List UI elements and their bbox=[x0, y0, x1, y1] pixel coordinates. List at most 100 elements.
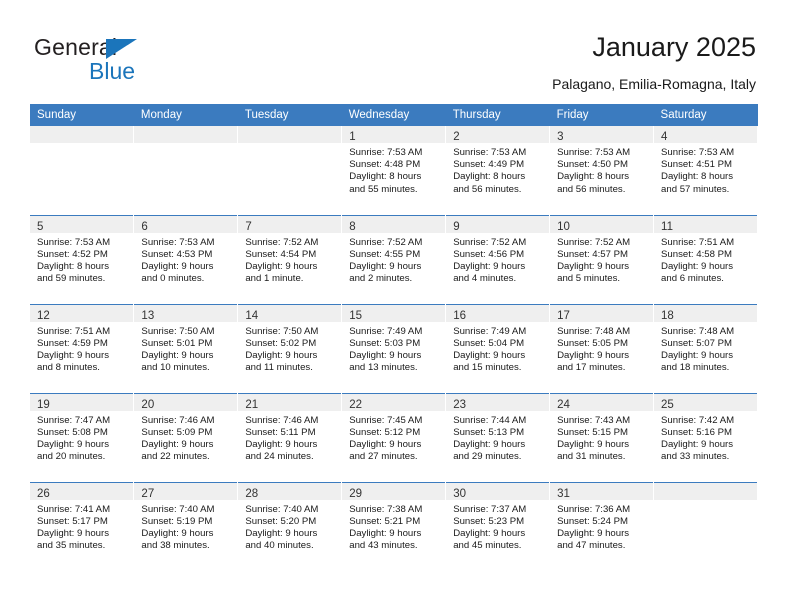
daylight-duration-line2: and 2 minutes. bbox=[349, 273, 413, 285]
daylight-duration-line1: Daylight: 9 hours bbox=[661, 438, 734, 450]
sunset-time: Sunset: 5:16 PM bbox=[661, 426, 732, 438]
calendar-day-cell[interactable]: 9 Sunrise: 7:52 AM Sunset: 4:56 PM Daylight… bbox=[445, 214, 551, 304]
day-number-band: 20 bbox=[134, 393, 239, 411]
day-details: Sunrise: 7:43 AM Sunset: 5:15 PM Daylight:… bbox=[550, 411, 653, 464]
day-number-band: 22 bbox=[342, 393, 447, 411]
day-details: Sunrise: 7:52 AM Sunset: 4:54 PM Daylight:… bbox=[238, 233, 341, 286]
calendar-day-cell[interactable]: 21 Sunrise: 7:46 AM Sunset: 5:11 PM Dayligh… bbox=[237, 392, 343, 482]
daylight-duration-line2: and 27 minutes. bbox=[349, 451, 418, 463]
page-subtitle-location: Palagano, Emilia-Romagna, Italy bbox=[552, 76, 756, 92]
day-details: Sunrise: 7:51 AM Sunset: 4:59 PM Daylight:… bbox=[30, 322, 133, 375]
calendar-day-cell[interactable]: 1 Sunrise: 7:53 AM Sunset: 4:48 PM Daylight… bbox=[341, 126, 447, 215]
calendar-day-cell[interactable]: 31 Sunrise: 7:36 AM Sunset: 5:24 PM Dayligh… bbox=[549, 481, 655, 571]
calendar-day-cell[interactable]: 18 Sunrise: 7:48 AM Sunset: 5:07 PM Dayligh… bbox=[653, 303, 758, 393]
sunset-time: Sunset: 5:15 PM bbox=[557, 426, 629, 438]
calendar-day-cell[interactable]: 14 Sunrise: 7:50 AM Sunset: 5:02 PM Dayligh… bbox=[237, 303, 343, 393]
day-number-band: 31 bbox=[550, 482, 655, 500]
daylight-duration-line1: Daylight: 9 hours bbox=[453, 438, 526, 450]
sunrise-time: Sunrise: 7:36 AM bbox=[557, 503, 631, 515]
daylight-duration-line1: Daylight: 9 hours bbox=[453, 349, 526, 361]
day-number-band: 15 bbox=[342, 304, 447, 322]
calendar-day-cell-empty bbox=[653, 481, 758, 571]
daylight-duration-line1: Daylight: 9 hours bbox=[453, 527, 526, 539]
calendar-day-cell[interactable]: 20 Sunrise: 7:46 AM Sunset: 5:09 PM Dayligh… bbox=[133, 392, 239, 482]
day-number-band: 25 bbox=[654, 393, 758, 411]
page-header: General Blue January 2025 Palagano, Emil… bbox=[0, 0, 792, 98]
sunrise-time: Sunrise: 7:43 AM bbox=[557, 414, 631, 426]
calendar-day-cell[interactable]: 24 Sunrise: 7:43 AM Sunset: 5:15 PM Dayligh… bbox=[549, 392, 655, 482]
weekday-header-wednesday: Wednesday bbox=[341, 104, 446, 126]
day-details: Sunrise: 7:45 AM Sunset: 5:12 PM Daylight:… bbox=[342, 411, 445, 464]
calendar-day-cell[interactable]: 16 Sunrise: 7:49 AM Sunset: 5:04 PM Dayligh… bbox=[445, 303, 551, 393]
sunrise-time: Sunrise: 7:51 AM bbox=[37, 325, 111, 337]
day-number-band: 11 bbox=[654, 215, 758, 233]
daylight-duration-line2: and 5 minutes. bbox=[557, 273, 621, 285]
calendar-day-cell[interactable]: 28 Sunrise: 7:40 AM Sunset: 5:20 PM Dayligh… bbox=[237, 481, 343, 571]
calendar-day-cell[interactable]: 17 Sunrise: 7:48 AM Sunset: 5:05 PM Dayligh… bbox=[549, 303, 655, 393]
calendar-day-cell[interactable]: 3 Sunrise: 7:53 AM Sunset: 4:50 PM Daylight… bbox=[549, 126, 655, 215]
calendar-day-cell[interactable]: 19 Sunrise: 7:47 AM Sunset: 5:08 PM Dayligh… bbox=[30, 392, 135, 482]
daylight-duration-line1: Daylight: 8 hours bbox=[453, 171, 526, 183]
day-number-band: 17 bbox=[550, 304, 655, 322]
day-number: 9 bbox=[453, 220, 460, 233]
day-details: Sunrise: 7:48 AM Sunset: 5:05 PM Daylight:… bbox=[550, 322, 653, 375]
day-number-band: 28 bbox=[238, 482, 343, 500]
calendar-day-cell[interactable]: 25 Sunrise: 7:42 AM Sunset: 5:16 PM Dayligh… bbox=[653, 392, 758, 482]
daylight-duration-line1: Daylight: 8 hours bbox=[37, 260, 109, 272]
calendar-day-cell[interactable]: 26 Sunrise: 7:41 AM Sunset: 5:17 PM Dayligh… bbox=[30, 481, 135, 571]
day-number: 11 bbox=[661, 220, 673, 233]
calendar-day-cell[interactable]: 6 Sunrise: 7:53 AM Sunset: 4:53 PM Daylight… bbox=[133, 214, 239, 304]
daylight-duration-line2: and 6 minutes. bbox=[661, 273, 724, 285]
daylight-duration-line1: Daylight: 9 hours bbox=[37, 438, 109, 450]
daylight-duration-line1: Daylight: 9 hours bbox=[37, 349, 109, 361]
sunset-time: Sunset: 5:20 PM bbox=[245, 515, 317, 527]
day-details: Sunrise: 7:41 AM Sunset: 5:17 PM Daylight:… bbox=[30, 500, 133, 553]
calendar-day-cell[interactable]: 10 Sunrise: 7:52 AM Sunset: 4:57 PM Dayligh… bbox=[549, 214, 655, 304]
calendar-day-cell[interactable]: 11 Sunrise: 7:51 AM Sunset: 4:58 PM Dayligh… bbox=[653, 214, 758, 304]
sunset-time: Sunset: 5:11 PM bbox=[245, 426, 316, 438]
daylight-duration-line2: and 18 minutes. bbox=[661, 362, 730, 374]
calendar-day-cell[interactable]: 8 Sunrise: 7:52 AM Sunset: 4:55 PM Daylight… bbox=[341, 214, 447, 304]
daylight-duration-line2: and 31 minutes. bbox=[557, 451, 626, 463]
sunrise-time: Sunrise: 7:49 AM bbox=[453, 325, 527, 337]
calendar-day-cell[interactable]: 27 Sunrise: 7:40 AM Sunset: 5:19 PM Dayligh… bbox=[133, 481, 239, 571]
sunset-time: Sunset: 4:52 PM bbox=[37, 248, 108, 260]
sunset-time: Sunset: 5:24 PM bbox=[557, 515, 629, 527]
day-details: Sunrise: 7:44 AM Sunset: 5:13 PM Daylight:… bbox=[446, 411, 549, 464]
sunrise-time: Sunrise: 7:53 AM bbox=[349, 147, 423, 158]
calendar-day-cell[interactable]: 4 Sunrise: 7:53 AM Sunset: 4:51 PM Daylight… bbox=[653, 126, 758, 215]
calendar-day-cell[interactable]: 29 Sunrise: 7:38 AM Sunset: 5:21 PM Dayligh… bbox=[341, 481, 447, 571]
calendar-day-cell[interactable]: 12 Sunrise: 7:51 AM Sunset: 4:59 PM Dayligh… bbox=[30, 303, 135, 393]
daylight-duration-line2: and 11 minutes. bbox=[245, 362, 313, 374]
calendar-day-cell[interactable]: 2 Sunrise: 7:53 AM Sunset: 4:49 PM Daylight… bbox=[445, 126, 551, 215]
calendar-week-row: 12 Sunrise: 7:51 AM Sunset: 4:59 PM Dayligh… bbox=[30, 303, 758, 393]
daylight-duration-line1: Daylight: 9 hours bbox=[349, 349, 422, 361]
calendar-day-cell-empty bbox=[133, 126, 239, 215]
calendar-day-cell[interactable]: 23 Sunrise: 7:44 AM Sunset: 5:13 PM Dayligh… bbox=[445, 392, 551, 482]
day-number: 24 bbox=[557, 398, 570, 411]
calendar-day-cell[interactable]: 5 Sunrise: 7:53 AM Sunset: 4:52 PM Daylight… bbox=[30, 214, 135, 304]
calendar-day-cell[interactable]: 22 Sunrise: 7:45 AM Sunset: 5:12 PM Dayligh… bbox=[341, 392, 447, 482]
calendar-day-cell[interactable]: 30 Sunrise: 7:37 AM Sunset: 5:23 PM Dayligh… bbox=[445, 481, 551, 571]
calendar-day-cell[interactable]: 7 Sunrise: 7:52 AM Sunset: 4:54 PM Daylight… bbox=[237, 214, 343, 304]
day-number: 30 bbox=[453, 487, 466, 500]
sunset-time: Sunset: 4:53 PM bbox=[141, 248, 213, 260]
daylight-duration-line1: Daylight: 9 hours bbox=[557, 527, 630, 539]
daylight-duration-line2: and 1 minute. bbox=[245, 273, 304, 285]
sunset-time: Sunset: 5:13 PM bbox=[453, 426, 525, 438]
daylight-duration-line1: Daylight: 9 hours bbox=[557, 260, 630, 272]
day-number-band: 16 bbox=[446, 304, 551, 322]
sunset-time: Sunset: 4:55 PM bbox=[349, 248, 421, 260]
daylight-duration-line2: and 15 minutes. bbox=[453, 362, 522, 374]
calendar-day-cell[interactable]: 15 Sunrise: 7:49 AM Sunset: 5:03 PM Dayligh… bbox=[341, 303, 447, 393]
day-number: 4 bbox=[661, 131, 668, 143]
day-number: 19 bbox=[37, 398, 50, 411]
general-blue-logo[interactable]: General Blue bbox=[34, 34, 234, 90]
day-number: 29 bbox=[349, 487, 363, 500]
calendar-day-cell[interactable]: 13 Sunrise: 7:50 AM Sunset: 5:01 PM Dayligh… bbox=[133, 303, 239, 393]
day-number: 17 bbox=[557, 309, 570, 322]
sunrise-time: Sunrise: 7:53 AM bbox=[141, 236, 215, 248]
daylight-duration-line1: Daylight: 8 hours bbox=[557, 171, 630, 183]
daylight-duration-line1: Daylight: 9 hours bbox=[349, 438, 422, 450]
day-number: 20 bbox=[141, 398, 155, 411]
